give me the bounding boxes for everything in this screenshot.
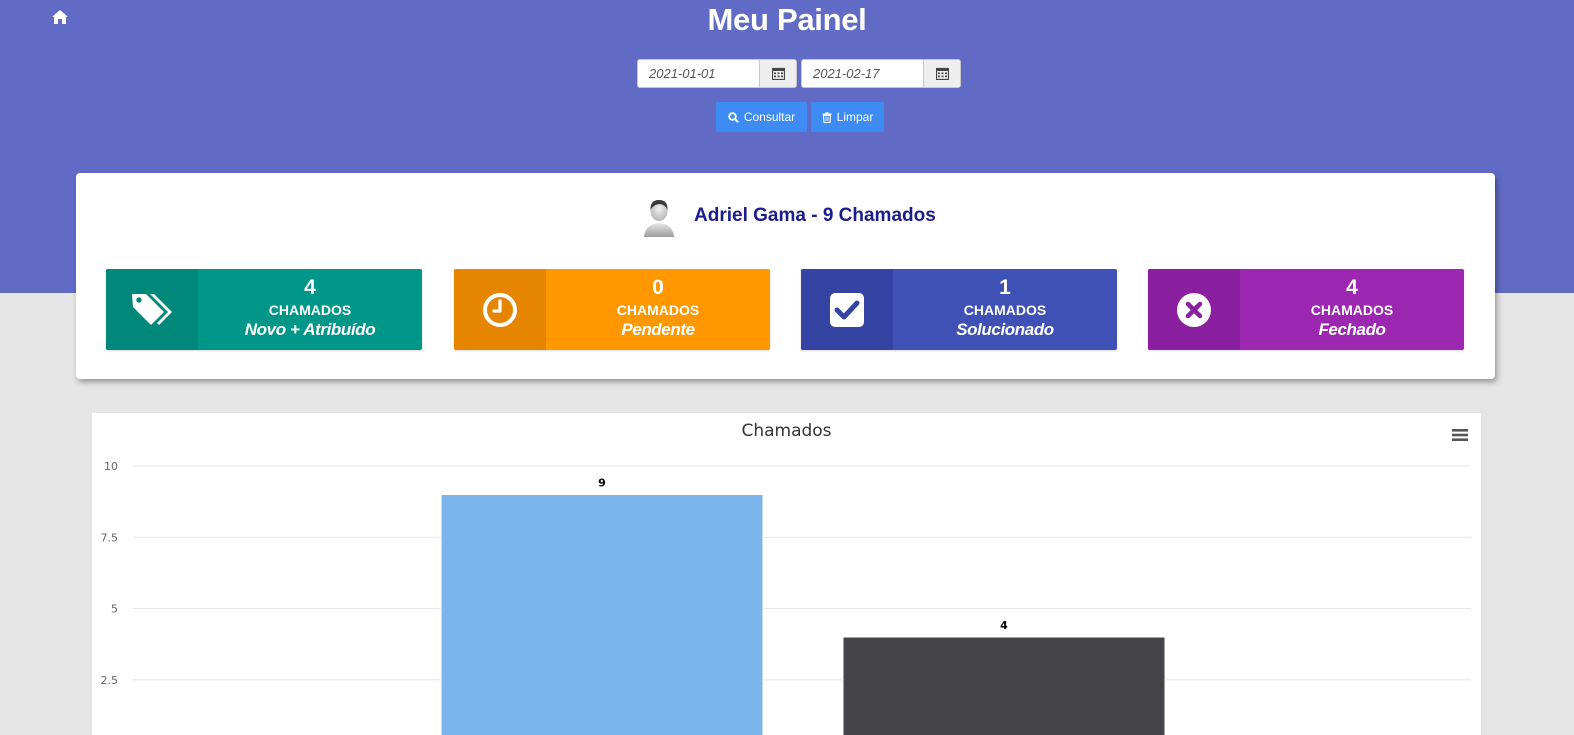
stat-label: CHAMADOS [963,302,1047,318]
y-tick-label: 5 [111,603,118,616]
avatar [644,200,674,237]
stat-count: 4 [304,276,316,299]
tags-icon [132,293,172,325]
date-to-input[interactable] [802,60,923,87]
page-title: Meu Painel [707,2,867,37]
y-tick-label: 10 [104,460,118,473]
stat-label: CHAMADOS [1310,302,1394,318]
user-summary-card: Adriel Gama - 9 Chamados 4 CHAMADOS Novo… [76,173,1495,379]
data-label: 4 [1000,619,1008,632]
stat-status: Novo + Atribuído [244,320,376,339]
stat-icon-area [454,269,546,350]
calendar-icon[interactable] [759,60,796,87]
stat-count: 0 [652,276,664,299]
check-square-icon [830,292,864,327]
stat-card-new[interactable]: 4 CHAMADOS Novo + Atribuído [106,269,422,350]
clock-icon [483,292,517,327]
stat-label: CHAMADOS [616,302,700,318]
chart-container: Chamados 10 7.5 5 2.5 9 4 [92,413,1481,735]
stat-card-solved[interactable]: 1 CHAMADOS Solucionado [801,269,1117,350]
stat-count: 1 [999,276,1011,299]
clear-button[interactable]: Limpar [811,102,884,132]
stat-status: Fechado [1318,320,1386,339]
stat-icon-area [801,269,893,350]
stat-card-closed[interactable]: 4 CHAMADOS Fechado [1148,269,1464,350]
stat-status: Solucionado [956,320,1054,339]
bar [842,636,1166,735]
y-tick-label: 7.5 [101,531,119,544]
consult-label: Consultar [743,110,796,124]
close-circle-icon [1177,292,1211,327]
stat-status: Pendente [621,320,695,339]
stat-card-pending[interactable]: 0 CHAMADOS Pendente [454,269,770,350]
trash-icon [822,111,832,123]
stat-count: 4 [1346,276,1358,299]
calendar-icon[interactable] [923,60,960,87]
y-tick-label: 2.5 [101,674,119,687]
user-heading: Adriel Gama - 9 Chamados [694,205,936,226]
stat-icon-area [1148,269,1240,350]
date-to-group [801,59,961,88]
date-from-input[interactable] [638,60,759,87]
clear-label: Limpar [836,110,874,124]
bar [440,494,764,735]
stat-label: CHAMADOS [268,302,352,318]
date-from-group [637,59,797,88]
data-label: 9 [598,477,606,490]
stat-icon-area [106,269,198,350]
search-icon [728,111,739,123]
bar-chart: 10 7.5 5 2.5 9 4 [101,460,1471,735]
consult-button[interactable]: Consultar [716,102,807,132]
